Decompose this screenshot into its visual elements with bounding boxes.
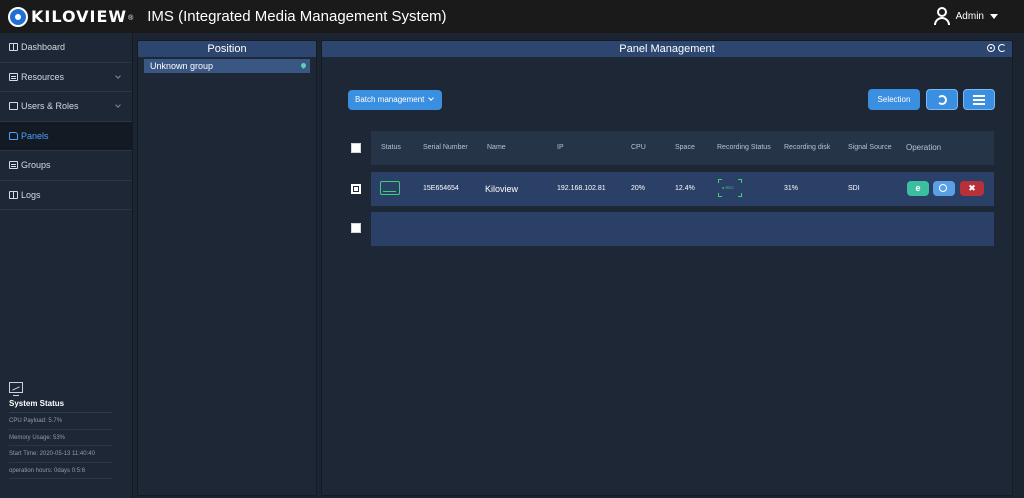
grid-icon [9, 190, 18, 199]
sidebar-item-users-roles[interactable]: Users & Roles [0, 92, 132, 122]
sidebar: Dashboard Resources Users & Roles Panels… [0, 33, 133, 498]
sidebar-item-label: Panels [21, 130, 49, 141]
logo-circle-icon [8, 6, 28, 27]
user-icon [933, 7, 950, 25]
batch-management-label: Batch management [355, 95, 425, 104]
user-menu[interactable]: Admin [933, 7, 998, 25]
logo-registered-mark: ® [128, 14, 134, 22]
list-icon [9, 72, 18, 81]
user-name: Admin [955, 10, 984, 22]
refresh-icon [937, 94, 947, 105]
rec-label: ● REC [722, 185, 734, 190]
position-panel: Position Unknown group [137, 40, 317, 496]
folder-icon [9, 131, 18, 140]
rec-status-icon: ● REC [718, 179, 742, 197]
app-title: IMS (Integrated Media Management System) [147, 8, 447, 25]
table-row-empty [371, 212, 994, 246]
cell-space: 12.4% [675, 185, 695, 192]
refresh-button[interactable] [926, 89, 958, 110]
cell-serial: 15E654654 [423, 185, 459, 192]
sidebar-item-label: Groups [21, 160, 51, 171]
caret-down-icon [990, 13, 998, 19]
panel-management: Panel Management Batch management Select… [321, 40, 1013, 496]
operation-hours: operation hours: 0days 0:5:6 [9, 463, 112, 479]
row-checkbox-empty[interactable] [351, 223, 361, 233]
sidebar-item-logs[interactable]: Logs [0, 181, 132, 210]
menu-button[interactable] [963, 89, 995, 110]
position-title: Position [138, 41, 316, 57]
col-space: Space [675, 144, 695, 151]
users-icon [9, 102, 18, 111]
list-icon [9, 161, 18, 170]
menu-icon [973, 98, 985, 101]
group-item-unknown[interactable]: Unknown group [144, 59, 310, 73]
selection-button[interactable]: Selection [868, 89, 920, 110]
row-checkbox[interactable] [351, 184, 361, 194]
sidebar-item-groups[interactable]: Groups [0, 151, 132, 181]
cell-ip: 192.168.102.81 [557, 185, 606, 192]
col-ip: IP [557, 144, 564, 151]
add-circle-icon[interactable] [987, 44, 995, 52]
col-status: Status [381, 144, 401, 151]
chevron-down-icon [115, 102, 121, 108]
sidebar-item-resources[interactable]: Resources [0, 63, 132, 92]
chevron-down-icon [115, 72, 121, 79]
sidebar-item-label: Logs [21, 189, 41, 200]
sidebar-item-panels[interactable]: Panels [0, 121, 132, 151]
system-status-title: System Status [9, 399, 112, 413]
col-operation: Operation [906, 143, 942, 152]
memory-usage: Memory Usage: 53% [9, 430, 112, 446]
sidebar-item-label: Resources [21, 71, 65, 82]
top-bar: KILOVIEW ® IMS (Integrated Media Managem… [0, 0, 1024, 33]
table-row[interactable]: 15E654654 Kiloview 192.168.102.81 20% 12… [371, 172, 994, 206]
col-signal-source: Signal Source [848, 144, 892, 151]
cell-name: Kiloview [485, 184, 519, 194]
chevron-down-icon [428, 95, 434, 101]
sidebar-item-dashboard[interactable]: Dashboard [0, 33, 132, 63]
monitor-icon [9, 382, 23, 396]
col-name: Name [487, 144, 506, 151]
delete-button[interactable]: ✖ [960, 181, 984, 196]
device-online-icon [380, 181, 400, 195]
col-serial-number: Serial Number [423, 144, 468, 151]
kiloview-logo[interactable]: KILOVIEW ® [8, 6, 134, 27]
system-status: System Status CPU Payload: 5.7% Memory U… [9, 382, 112, 479]
cell-cpu: 20% [631, 185, 646, 192]
refresh-icon[interactable] [998, 44, 1006, 52]
batch-management-button[interactable]: Batch management [348, 90, 442, 110]
cpu-payload: CPU Payload: 5.7% [9, 413, 112, 430]
sidebar-item-label: Users & Roles [21, 101, 79, 112]
grid-icon [9, 43, 18, 52]
col-recording-disk: Recording disk [784, 144, 831, 151]
edit-button[interactable]: e [907, 181, 929, 196]
select-all-checkbox[interactable] [351, 143, 361, 153]
group-item-label: Unknown group [150, 61, 214, 71]
cell-recording-disk: 31% [784, 185, 799, 192]
view-button[interactable] [933, 181, 955, 196]
cell-signal-source: SDI [848, 185, 860, 192]
start-time: Start Time: 2020-05-13 11:40:40 [9, 446, 112, 463]
col-cpu: CPU [631, 144, 646, 151]
logo-text: KILOVIEW [31, 7, 128, 26]
sidebar-item-label: Dashboard [21, 42, 66, 53]
table-header: Status Serial Number Name IP CPU Space R… [371, 131, 994, 165]
location-pin-icon [299, 61, 308, 70]
panel-management-header: Panel Management [322, 41, 1012, 57]
panel-management-title: Panel Management [619, 43, 715, 55]
col-recording-status: Recording Status [717, 144, 771, 151]
